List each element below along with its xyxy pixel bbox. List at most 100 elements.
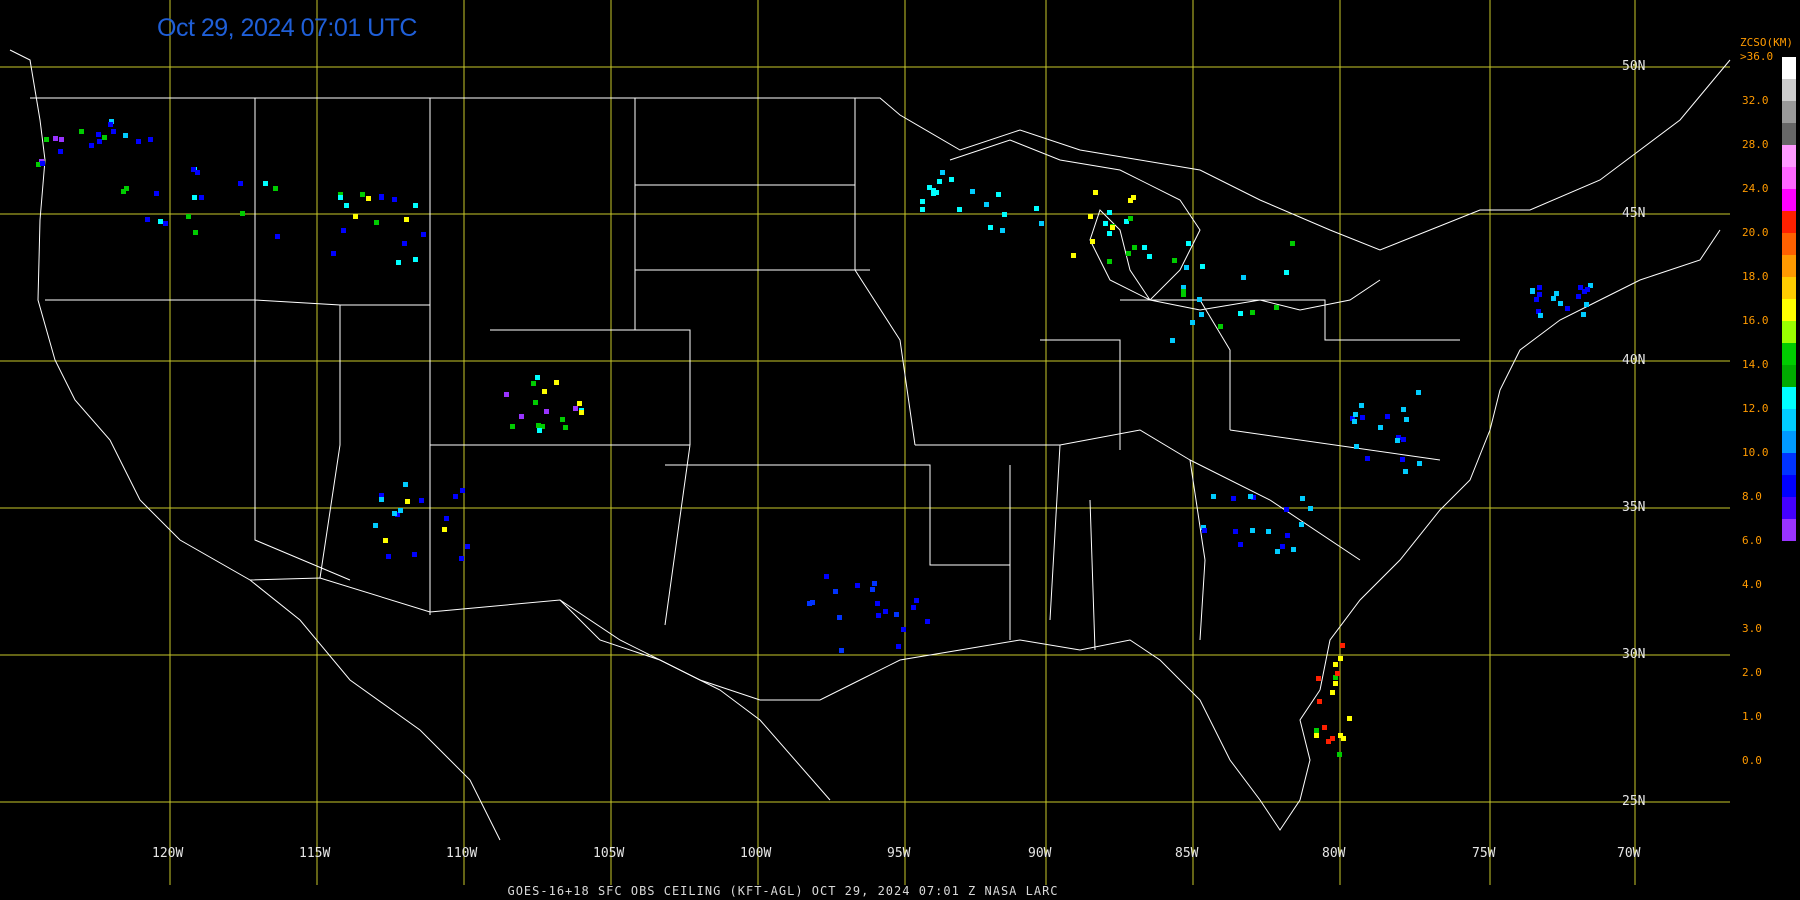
station-dot — [1250, 528, 1255, 533]
gulf-coast-outline — [559, 599, 1321, 831]
latitude-label: 35N — [1622, 500, 1646, 515]
station-dot — [1538, 313, 1543, 318]
station-dot — [1093, 190, 1098, 195]
station-dot — [1322, 725, 1327, 730]
station-dot — [1330, 690, 1335, 695]
station-dot — [1551, 296, 1556, 301]
station-dot — [341, 228, 346, 233]
longitude-label: 100W — [740, 846, 772, 861]
station-dot — [920, 207, 925, 212]
station-dot — [148, 137, 153, 142]
station-dot — [195, 170, 200, 175]
station-dot — [405, 499, 410, 504]
station-dot — [1128, 216, 1133, 221]
station-dot — [870, 587, 875, 592]
lat-lon-grid — [0, 0, 1730, 885]
station-dot — [1558, 301, 1563, 306]
station-dot — [79, 129, 84, 134]
station-dot — [1316, 676, 1321, 681]
station-dot — [519, 414, 524, 419]
station-dot — [940, 170, 945, 175]
station-dot — [883, 609, 888, 614]
station-dot — [108, 122, 113, 127]
station-dot — [1353, 412, 1358, 417]
station-dot — [535, 375, 540, 380]
station-dot — [453, 494, 458, 499]
station-dot — [1314, 733, 1319, 738]
legend-color-segment — [1782, 409, 1796, 431]
station-dot — [136, 139, 141, 144]
station-dot — [1170, 338, 1175, 343]
station-dot — [901, 627, 906, 632]
station-dot — [1338, 733, 1343, 738]
station-dot — [920, 199, 925, 204]
station-dot — [344, 203, 349, 208]
station-dot — [373, 523, 378, 528]
station-dot — [927, 185, 932, 190]
station-dot — [102, 135, 107, 140]
station-dot — [937, 179, 942, 184]
latitude-label: 25N — [1622, 794, 1646, 809]
legend-color-segment — [1782, 255, 1796, 277]
station-dot — [1142, 245, 1147, 250]
station-dot — [413, 257, 418, 262]
station-dot — [1186, 241, 1191, 246]
station-dot — [392, 197, 397, 202]
station-dot — [460, 488, 465, 493]
longitude-label: 90W — [1028, 846, 1052, 861]
latitude-label: 50N — [1622, 59, 1646, 74]
legend-value-label: 24.0 — [1742, 182, 1769, 195]
station-dot — [1352, 419, 1357, 424]
station-dot — [1400, 457, 1405, 462]
longitude-label: 75W — [1472, 846, 1496, 861]
station-dot — [510, 424, 515, 429]
station-dot — [1197, 297, 1202, 302]
station-dot — [1585, 287, 1590, 292]
station-dot — [876, 613, 881, 618]
station-dot — [419, 498, 424, 503]
legend-color-segment — [1782, 211, 1796, 233]
legend-value-label: 20.0 — [1742, 226, 1769, 239]
station-dot — [970, 189, 975, 194]
station-dot — [421, 232, 426, 237]
station-dot — [1404, 417, 1409, 422]
station-dot — [1576, 294, 1581, 299]
station-dot — [996, 192, 1001, 197]
station-dot — [1199, 312, 1204, 317]
station-dot — [1354, 444, 1359, 449]
station-dot — [1584, 302, 1589, 307]
station-dot — [193, 230, 198, 235]
station-dot — [1285, 533, 1290, 538]
station-dot — [59, 137, 64, 142]
station-dot — [1581, 312, 1586, 317]
station-dot — [192, 195, 197, 200]
station-dot — [1534, 297, 1539, 302]
station-dot — [1300, 496, 1305, 501]
station-dot — [275, 234, 280, 239]
station-dot — [154, 191, 159, 196]
station-dot — [1103, 221, 1108, 226]
legend-value-label: 18.0 — [1742, 270, 1769, 283]
station-dot — [1284, 270, 1289, 275]
station-dot — [531, 381, 536, 386]
footer-caption: GOES-16+18 SFC OBS CEILING (KFT-AGL) OCT… — [507, 884, 1059, 898]
station-dot — [1401, 407, 1406, 412]
ceiling-map — [0, 0, 1731, 885]
station-dot — [1291, 547, 1296, 552]
station-dot — [1231, 496, 1236, 501]
longitude-label: 115W — [299, 846, 331, 861]
station-dot — [53, 136, 58, 141]
latitude-label: 45N — [1622, 206, 1646, 221]
legend-value-label: 3.0 — [1742, 622, 1762, 635]
station-dot — [1275, 549, 1280, 554]
station-dot — [392, 511, 397, 516]
longitude-label: 70W — [1617, 846, 1641, 861]
station-dot — [1340, 643, 1345, 648]
station-dot — [89, 143, 94, 148]
station-dot — [360, 192, 365, 197]
longitude-label: 120W — [152, 846, 184, 861]
state-lines — [45, 98, 1460, 651]
station-dot — [1147, 254, 1152, 259]
station-dot — [544, 409, 549, 414]
station-dot — [1403, 469, 1408, 474]
